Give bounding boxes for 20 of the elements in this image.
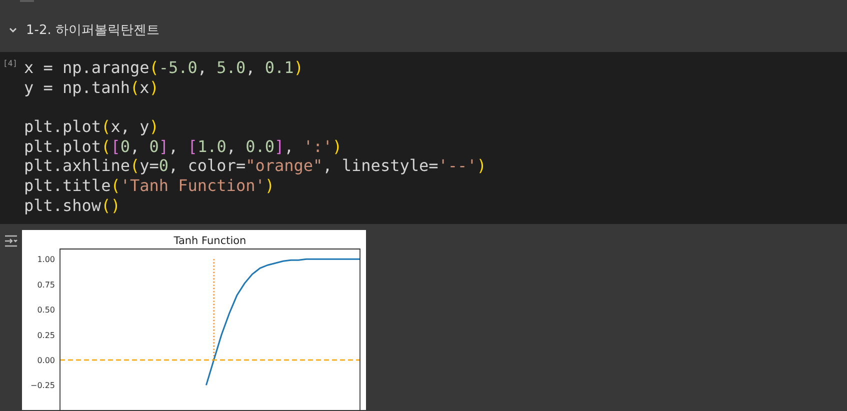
y-tick-label: −0.25 [30, 381, 55, 390]
chevron-icon[interactable] [8, 25, 18, 35]
execution-count: [4] [2, 58, 18, 68]
code-line: plt.plot([0, 0], [1.0, 0.0], ':') [24, 136, 343, 156]
code-line: plt.plot(x, y) [24, 117, 160, 137]
code-line: plt.title('Tanh Function') [24, 176, 276, 196]
y-tick-label: 0.75 [37, 280, 55, 290]
y-tick-label: 0.50 [37, 306, 55, 315]
chart-title: Tanh Function [174, 235, 246, 247]
code-line: plt.show() [24, 196, 122, 216]
code-cell[interactable]: [4] x = np.arange(-5.0, 5.0, 0.1) y = np.tanh(x) plt.plot(x, y) plt.plot([0, 0], [1.0, 0.0], ':') plt.axhline(y=0, color="orange", linestyle='--') plt.title('Tanh Function') plt.show() [0, 52, 847, 224]
y-tick-label: 0.25 [37, 330, 55, 340]
code-line: y = np.tanh(x) [24, 78, 160, 98]
output-icon[interactable] [4, 235, 18, 247]
y-tick-label: 0.00 [37, 356, 55, 365]
code-line: x = np.arange(-5.0, 5.0, 0.1) [24, 58, 304, 78]
section-title: 1-2. 하이퍼볼릭탄젠트 [26, 22, 160, 39]
code-line: plt.axhline(y=0, color="orange", linestyle='--') [24, 156, 486, 176]
y-tick-label: 1.00 [37, 255, 55, 264]
toolbar-edge [20, 0, 34, 2]
